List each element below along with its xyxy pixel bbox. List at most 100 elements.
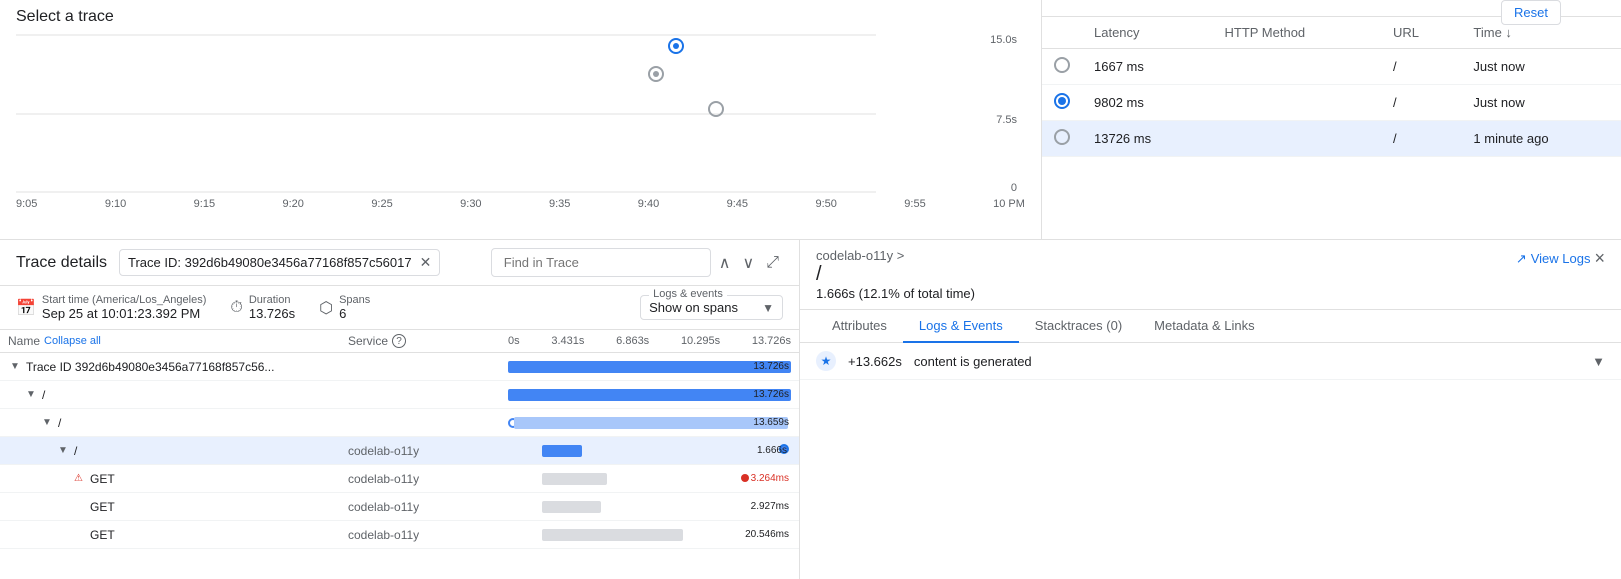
time-cell: Just now [1461, 85, 1621, 121]
find-expand-button[interactable]: ⤢ [762, 250, 783, 276]
tab-attributes[interactable]: Attributes [816, 310, 903, 343]
panel-tabs: Attributes Logs & Events Stacktraces (0)… [800, 310, 1621, 343]
span-name: GET [90, 472, 115, 486]
radio-button[interactable] [1054, 57, 1070, 73]
expand-icon[interactable]: ▼ [58, 445, 72, 456]
span-service: codelab-o11y [348, 500, 508, 514]
time-label-4: 9:25 [371, 198, 392, 210]
expand-log-icon[interactable]: ▼ [1592, 354, 1605, 369]
view-logs-button[interactable]: ↗ View Logs [1516, 251, 1591, 267]
trace-details-panel: Trace details Trace ID: 392d6b49080e3456… [0, 240, 800, 579]
find-in-trace-container: ∧ ∨ ⤢ [491, 248, 783, 277]
span-breadcrumb: codelab-o11y > [816, 248, 975, 263]
span-name: / [42, 388, 45, 402]
time-label-9: 9:50 [815, 198, 836, 210]
col-http-method: HTTP Method [1212, 17, 1380, 49]
radio-button[interactable] [1054, 93, 1070, 109]
span-service: codelab-o11y [348, 528, 508, 542]
time-label-11: 10 PM [993, 198, 1025, 210]
span-row[interactable]: ▼ / 13.659s [0, 409, 799, 437]
url-cell: / [1381, 85, 1461, 121]
expand-icon[interactable]: ▼ [26, 389, 40, 400]
col-url: URL [1381, 17, 1461, 49]
span-row[interactable]: ▼ / 13.726s [0, 381, 799, 409]
trace-table: Reset Latency HTTP Method URL Time ↓ 166… [1041, 0, 1621, 239]
external-link-icon: ↗ [1516, 251, 1527, 267]
start-time-label: Start time (America/Los_Angeles) [42, 294, 206, 306]
url-cell: / [1381, 49, 1461, 85]
tab-stacktraces[interactable]: Stacktraces (0) [1019, 310, 1138, 343]
tab-metadata-links[interactable]: Metadata & Links [1138, 310, 1270, 343]
calendar-icon: 📅 [16, 298, 36, 318]
view-logs-label: View Logs [1531, 251, 1591, 266]
close-panel-button[interactable]: × [1594, 248, 1605, 269]
http-method-cell [1212, 49, 1380, 85]
bar-label: 1.666s [757, 444, 787, 458]
duration-item: ⏱ Duration 13.726s [230, 294, 295, 321]
time-label-2: 9:15 [194, 198, 215, 210]
start-time-item: 📅 Start time (America/Los_Angeles) Sep 2… [16, 294, 206, 321]
log-icon: ★ [816, 351, 836, 371]
span-row[interactable]: GET codelab-o11y 2.927ms [0, 493, 799, 521]
time-label-1: 9:10 [105, 198, 126, 210]
span-row[interactable]: ⚠ GET codelab-o11y 3.264ms [0, 465, 799, 493]
http-method-cell [1212, 121, 1380, 157]
radio-button[interactable] [1054, 129, 1070, 145]
trace-id-chip: Trace ID: 392d6b49080e3456a77168f857c560… [119, 249, 440, 276]
find-in-trace-input[interactable] [491, 248, 711, 277]
time-axis: 9:05 9:10 9:15 9:20 9:25 9:30 9:35 9:40 … [16, 194, 1025, 214]
page-title: Select a trace [16, 8, 1025, 26]
service-column-label: Service [348, 334, 388, 348]
span-name: / [58, 416, 61, 430]
time-cell: 1 minute ago [1461, 121, 1621, 157]
span-row[interactable]: ▼ Trace ID 392d6b49080e3456a77168f857c56… [0, 353, 799, 381]
right-panel: codelab-o11y > / 1.666s (12.1% of total … [800, 240, 1621, 579]
spans-body: ▼ Trace ID 392d6b49080e3456a77168f857c56… [0, 353, 799, 579]
bar-label: 13.726s [753, 360, 789, 374]
time-cell: Just now [1461, 49, 1621, 85]
name-column-label: Name [8, 334, 40, 348]
span-row[interactable]: ▼ / codelab-o11y 1.666s [0, 437, 799, 465]
spans-icon: ⬡ [319, 298, 333, 318]
span-name: GET [90, 528, 115, 542]
collapse-all-button[interactable]: Collapse all [44, 335, 101, 347]
time-label-6: 9:35 [549, 198, 570, 210]
table-row[interactable]: 1667 ms / Just now [1042, 49, 1621, 85]
y-axis-0: 0 [1011, 182, 1017, 194]
timeline-4: 13.726s [752, 335, 791, 347]
time-label-5: 9:30 [460, 198, 481, 210]
span-name: Trace ID 392d6b49080e3456a77168f857c56..… [26, 360, 274, 374]
y-axis-7: 7.5s [996, 114, 1017, 126]
expand-icon[interactable]: ▼ [10, 361, 24, 372]
duration-label: Duration [249, 294, 295, 306]
span-name: / [74, 444, 77, 458]
log-entry[interactable]: ★ +13.662s content is generated ▼ [800, 343, 1621, 380]
expand-icon[interactable]: ▼ [42, 417, 56, 428]
service-help-icon[interactable]: ? [392, 334, 406, 348]
start-time-value: Sep 25 at 10:01:23.392 PM [42, 306, 206, 321]
spans-item: ⬡ Spans 6 [319, 294, 370, 321]
time-label-7: 9:40 [638, 198, 659, 210]
y-axis-15: 15.0s [990, 34, 1017, 46]
find-prev-button[interactable]: ∧ [715, 249, 735, 277]
chip-close-icon[interactable]: ✕ [420, 254, 432, 271]
bar-label: 20.546ms [745, 528, 789, 542]
url-cell: / [1381, 121, 1461, 157]
reset-button[interactable]: Reset [1501, 0, 1561, 25]
bar-label: 2.927ms [751, 500, 789, 514]
clock-icon: ⏱ [230, 299, 242, 317]
logs-events-group: Logs & events Show on spans ▼ [640, 295, 783, 320]
tab-logs-events[interactable]: Logs & Events [903, 310, 1019, 343]
spans-value: 6 [339, 306, 370, 321]
time-label-0: 9:05 [16, 198, 37, 210]
find-next-button[interactable]: ∨ [738, 249, 758, 277]
col-latency: Latency [1082, 17, 1212, 49]
logs-events-select[interactable]: Show on spans [649, 300, 758, 315]
table-row[interactable]: 13726 ms / 1 minute ago [1042, 121, 1621, 157]
span-duration: 1.666s (12.1% of total time) [816, 286, 975, 301]
table-row[interactable]: 9802 ms / Just now [1042, 85, 1621, 121]
expand-icon[interactable]: ⚠ [74, 473, 88, 484]
span-row[interactable]: GET codelab-o11y 20.546ms [0, 521, 799, 549]
span-name: GET [90, 500, 115, 514]
timeline-3: 10.295s [681, 335, 720, 347]
